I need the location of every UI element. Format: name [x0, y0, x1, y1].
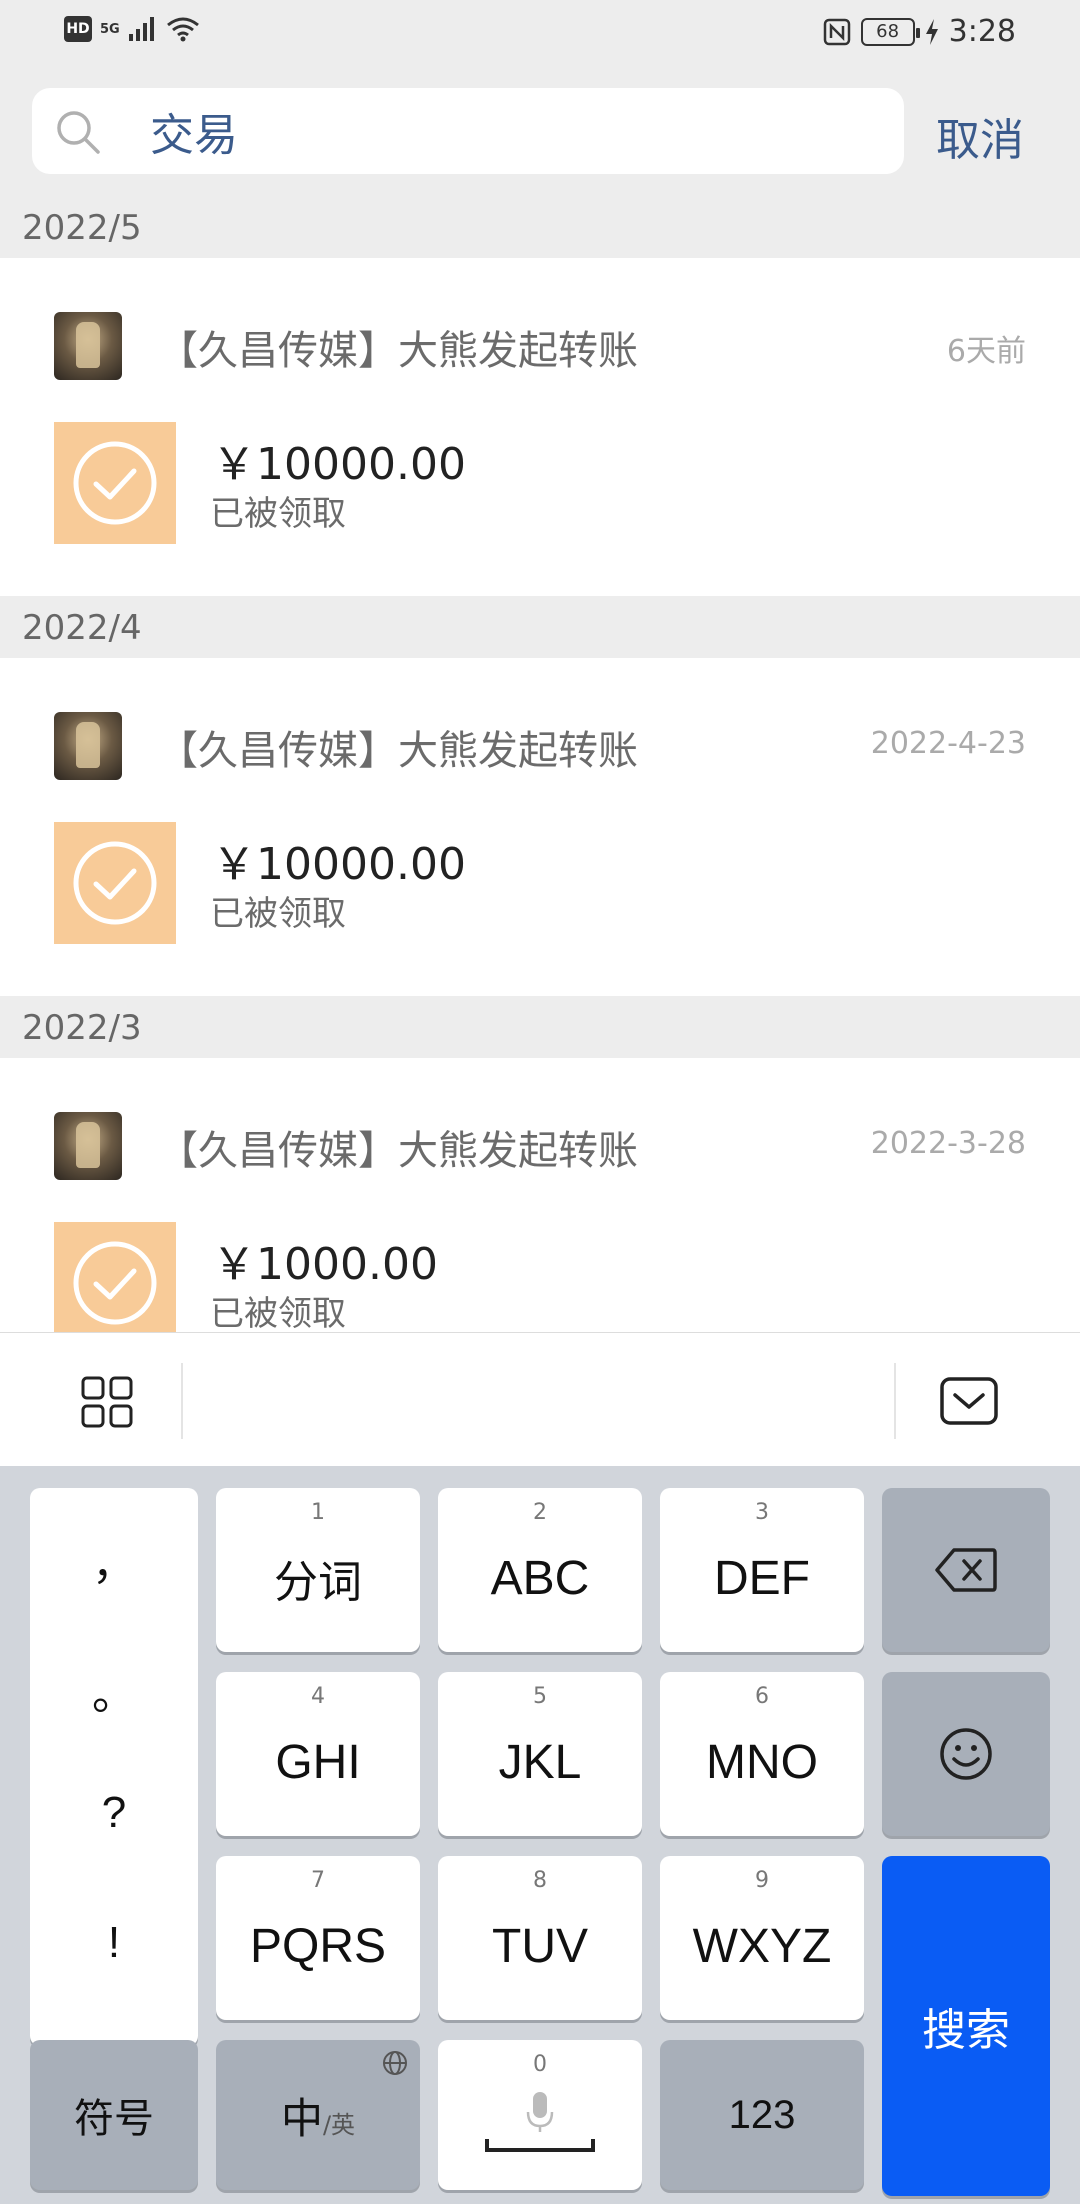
question-key[interactable]: ? — [30, 1788, 198, 1838]
transaction-amount: ￥1000.00 — [212, 1239, 438, 1290]
toolbar-divider — [181, 1363, 183, 1439]
cancel-button[interactable]: 取消 — [936, 104, 1024, 168]
nfc-icon — [823, 18, 850, 45]
clock: 3:28 — [948, 14, 1016, 49]
status-right: 68 3:28 — [823, 14, 1016, 49]
charging-icon — [925, 18, 938, 45]
hd-icon: HD — [64, 16, 92, 42]
transaction-title: 【久昌传媒】大熊发起转账 — [158, 328, 638, 374]
battery-icon: 68 — [860, 17, 920, 46]
key-5[interactable]: 5 JKL — [438, 1672, 642, 1836]
transaction-status: 已被领取 — [210, 1294, 346, 1332]
grid-menu-icon[interactable] — [80, 1375, 134, 1429]
space-bar-icon — [485, 2139, 595, 2152]
exclamation-key[interactable]: ! — [30, 1918, 198, 1968]
transaction-title: 【久昌传媒】大熊发起转账 — [158, 1128, 638, 1174]
received-check-icon — [54, 422, 176, 544]
received-check-icon — [54, 822, 176, 944]
transaction-card[interactable]: 【久昌传媒】大熊发起转账 2022-4-23 ￥10000.00 已被领取 — [0, 658, 1080, 996]
key-8[interactable]: 8 TUV — [438, 1856, 642, 2020]
key-4[interactable]: 4 GHI — [216, 1672, 420, 1836]
avatar — [54, 1112, 122, 1180]
search-key[interactable]: 搜索 — [882, 1856, 1050, 2196]
lang-main: 中 — [280, 2093, 323, 2143]
transaction-card[interactable]: 【久昌传媒】大熊发起转账 6天前 ￥10000.00 已被领取 — [0, 258, 1080, 596]
symbols-key[interactable]: 符号 — [30, 2040, 198, 2190]
keyboard: ， 。 ? ! 1 分词 2 ABC 3 DEF 4 GHI 5 JKL 6 M… — [0, 1466, 1080, 2204]
search-bar[interactable] — [32, 88, 904, 174]
status-bar: HD 5G 68 3:28 — [0, 0, 1080, 70]
key-2[interactable]: 2 ABC — [438, 1488, 642, 1652]
key-1[interactable]: 1 分词 — [216, 1488, 420, 1652]
backspace-icon — [935, 1548, 997, 1592]
signal-icon — [128, 17, 154, 41]
network-type: 5G — [100, 21, 120, 37]
smiley-icon — [940, 1728, 992, 1780]
transaction-amount: ￥10000.00 — [212, 839, 466, 890]
lang-sub: /英 — [322, 2110, 356, 2139]
transaction-status: 已被领取 — [210, 894, 346, 934]
backspace-key[interactable] — [882, 1488, 1050, 1652]
transaction-amount: ￥10000.00 — [212, 439, 466, 490]
key-6[interactable]: 6 MNO — [660, 1672, 864, 1836]
transaction-time: 2022-3-28 — [870, 1126, 1026, 1161]
hide-keyboard-icon[interactable] — [940, 1377, 998, 1425]
key-3[interactable]: 3 DEF — [660, 1488, 864, 1652]
key-9[interactable]: 9 WXYZ — [660, 1856, 864, 2020]
battery-level: 68 — [876, 21, 900, 42]
punctuation-column[interactable]: ， 。 ? ! — [30, 1488, 198, 2046]
emoji-key[interactable] — [882, 1672, 1050, 1836]
transaction-status: 已被领取 — [210, 494, 346, 534]
transaction-time: 2022-4-23 — [870, 726, 1026, 761]
period-key[interactable]: 。 — [30, 1658, 198, 1722]
wifi-icon — [166, 17, 199, 42]
section-header: 2022/4 — [22, 608, 142, 648]
language-switch-key[interactable]: 中/英 — [216, 2040, 420, 2190]
space-key[interactable]: 0 — [438, 2040, 642, 2190]
keyboard-toolbar — [0, 1332, 1080, 1466]
section-header: 2022/5 — [22, 208, 142, 248]
comma-key[interactable]: ， — [30, 1528, 198, 1592]
key-7[interactable]: 7 PQRS — [216, 1856, 420, 2020]
toolbar-divider — [894, 1363, 896, 1439]
avatar — [54, 312, 122, 380]
search-input[interactable] — [150, 104, 850, 158]
transaction-time: 6天前 — [946, 334, 1026, 369]
transaction-title: 【久昌传媒】大熊发起转账 — [158, 728, 638, 774]
avatar — [54, 712, 122, 780]
microphone-icon — [526, 2092, 554, 2132]
section-header: 2022/3 — [22, 1008, 142, 1048]
status-left: HD 5G — [64, 16, 200, 42]
search-icon — [57, 111, 100, 154]
globe-icon — [383, 2051, 407, 2075]
received-check-icon — [54, 1222, 176, 1332]
number-mode-key[interactable]: 123 — [660, 2040, 864, 2190]
transaction-card[interactable]: 【久昌传媒】大熊发起转账 2022-3-28 ￥1000.00 已被领取 — [0, 1058, 1080, 1332]
